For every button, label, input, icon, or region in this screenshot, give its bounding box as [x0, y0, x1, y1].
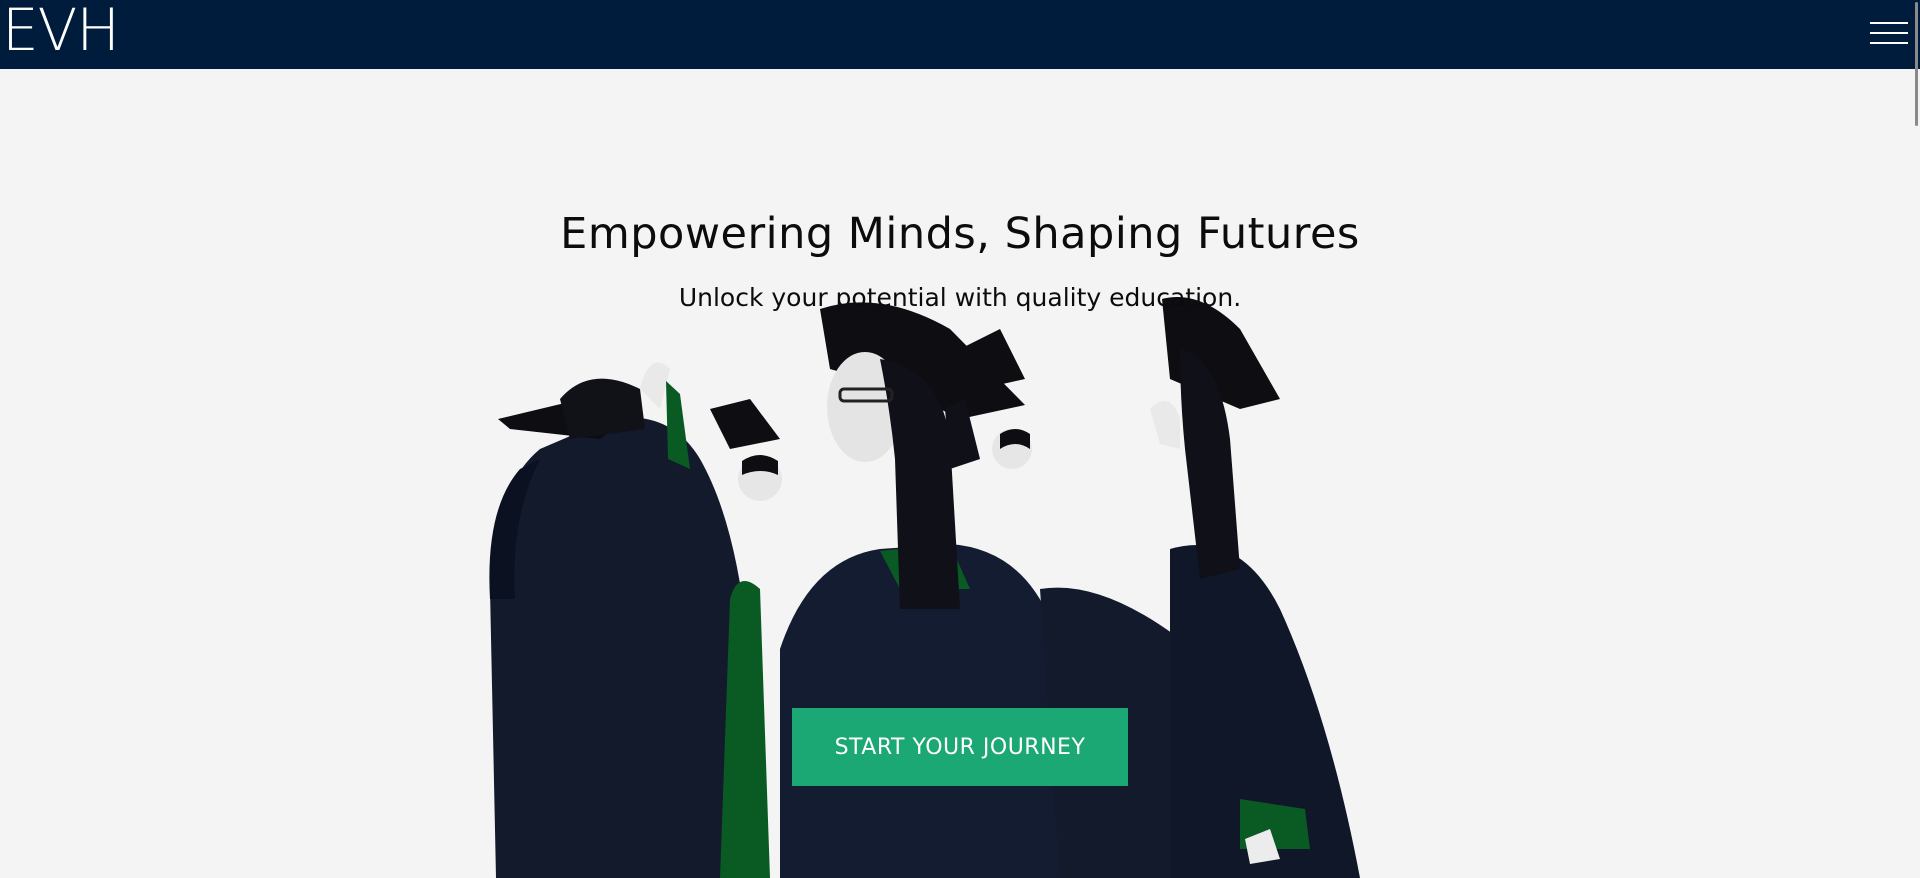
graduate-figure-center	[780, 302, 1065, 878]
hero-subheadline: Unlock your potential with quality educa…	[678, 283, 1242, 312]
hamburger-menu-icon[interactable]	[1870, 18, 1910, 48]
graduate-figure-right	[1040, 297, 1360, 878]
hero-headline: Empowering Minds, Shaping Futures	[560, 209, 1360, 259]
hero-section: Empowering Minds, Shaping Futures Unlock…	[0, 69, 1920, 878]
menu-line	[1870, 42, 1908, 44]
menu-line	[1870, 22, 1908, 24]
graduates-in-gowns-image	[489, 297, 1360, 878]
menu-line	[1870, 32, 1908, 34]
start-journey-button[interactable]: START YOUR JOURNEY	[792, 708, 1128, 786]
top-navbar: EVH	[0, 0, 1920, 69]
site-logo[interactable]: EVH	[2, 0, 120, 66]
graduate-figure-left	[489, 362, 760, 878]
